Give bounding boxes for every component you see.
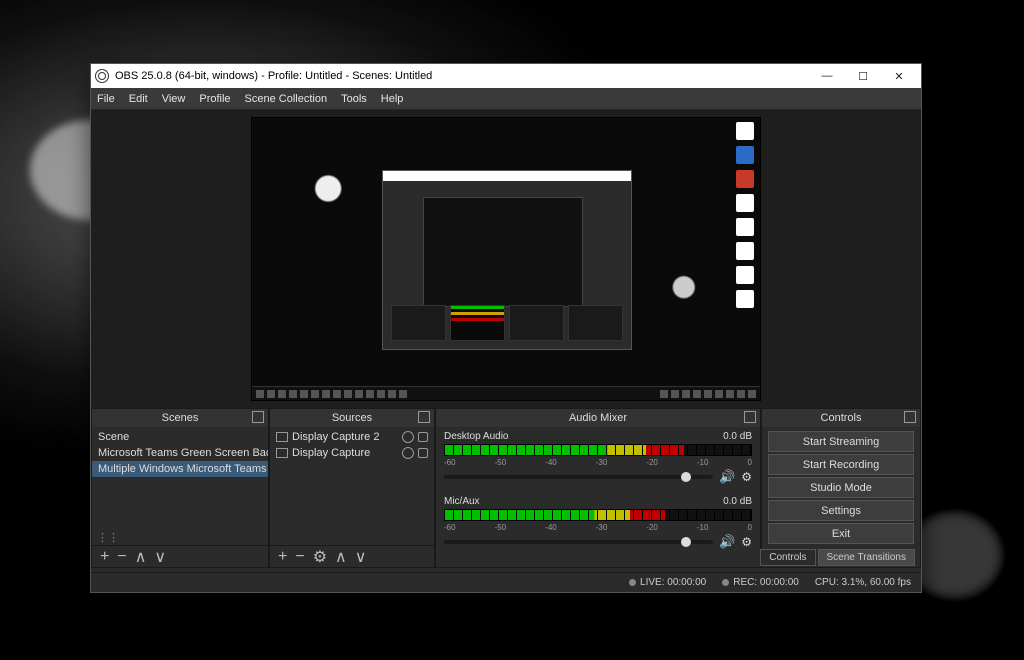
audio-mixer-panel: Audio Mixer Desktop Audio 0.0 dB -60-50-… <box>435 408 761 568</box>
undock-icon[interactable] <box>418 411 430 423</box>
mixer-track-mic-aux: Mic/Aux 0.0 dB -60-50-40-30-20-100 🔊 ⚙ <box>444 496 752 549</box>
display-capture-icon <box>276 432 288 442</box>
track-db: 0.0 dB <box>723 431 752 442</box>
track-name: Desktop Audio <box>444 431 509 442</box>
add-source-button[interactable]: + <box>278 548 287 566</box>
sources-title: Sources <box>332 412 372 424</box>
speaker-icon[interactable]: 🔊 <box>719 534 735 550</box>
menu-view[interactable]: View <box>162 93 186 105</box>
remove-scene-button[interactable]: − <box>117 548 126 566</box>
exit-button[interactable]: Exit <box>768 523 914 544</box>
menu-help[interactable]: Help <box>381 93 404 105</box>
undock-icon[interactable] <box>904 411 916 423</box>
move-source-down-button[interactable]: ∨ <box>355 547 367 567</box>
track-settings-icon[interactable]: ⚙ <box>741 535 752 549</box>
dock-panels: Scenes Scene Microsoft Teams Green Scree… <box>91 408 921 568</box>
start-recording-button[interactable]: Start Recording <box>768 454 914 475</box>
mixer-title: Audio Mixer <box>569 412 627 424</box>
obs-logo-icon <box>95 69 109 83</box>
speaker-icon[interactable]: 🔊 <box>719 469 735 485</box>
status-bar: LIVE: 00:00:00 REC: 00:00:00 CPU: 3.1%, … <box>91 572 921 592</box>
volume-slider[interactable] <box>444 475 713 479</box>
volume-slider[interactable] <box>444 540 713 544</box>
mixer-body: Desktop Audio 0.0 dB -60-50-40-30-20-100… <box>436 427 760 553</box>
sources-panel: Sources Display Capture 2 Display Captur… <box>269 408 435 568</box>
preview-desktop-icons <box>736 122 754 308</box>
menu-file[interactable]: File <box>97 93 115 105</box>
move-scene-up-button[interactable]: ∧ <box>135 547 147 567</box>
mixer-track-desktop-audio: Desktop Audio 0.0 dB -60-50-40-30-20-100… <box>444 431 752 484</box>
menu-tools[interactable]: Tools <box>341 93 367 105</box>
audio-meter <box>444 509 752 521</box>
add-scene-button[interactable]: + <box>100 548 109 566</box>
source-item[interactable]: Display Capture <box>270 445 434 461</box>
track-name: Mic/Aux <box>444 496 480 507</box>
live-indicator-icon <box>629 579 636 586</box>
undock-icon[interactable] <box>744 411 756 423</box>
status-rec: REC: 00:00:00 <box>722 577 799 588</box>
visibility-toggle-icon[interactable] <box>402 447 414 459</box>
source-item-label: Display Capture 2 <box>292 431 379 443</box>
window-title: OBS 25.0.8 (64-bit, windows) - Profile: … <box>115 70 809 82</box>
visibility-toggle-icon[interactable] <box>402 431 414 443</box>
tab-controls[interactable]: Controls <box>760 549 815 566</box>
controls-body: Start Streaming Start Recording Studio M… <box>762 427 920 567</box>
controls-title: Controls <box>821 412 862 424</box>
source-item[interactable]: Display Capture 2 <box>270 429 434 445</box>
menu-edit[interactable]: Edit <box>129 93 148 105</box>
menu-bar: File Edit View Profile Scene Collection … <box>91 88 921 110</box>
rec-indicator-icon <box>722 579 729 586</box>
studio-mode-button[interactable]: Studio Mode <box>768 477 914 498</box>
remove-source-button[interactable]: − <box>295 548 304 566</box>
track-db: 0.0 dB <box>723 496 752 507</box>
preview-taskbar <box>252 386 760 400</box>
move-scene-down-button[interactable]: ∨ <box>154 547 166 567</box>
scenes-header[interactable]: Scenes <box>92 409 268 427</box>
meter-scale: -60-50-40-30-20-100 <box>444 458 752 468</box>
move-source-up-button[interactable]: ∧ <box>335 547 347 567</box>
sources-toolbar: + − ⚙ ∧ ∨ <box>270 545 434 567</box>
menu-scene-collection[interactable]: Scene Collection <box>245 93 328 105</box>
preview-nested-window <box>382 170 632 350</box>
controls-panel: Controls Start Streaming Start Recording… <box>761 408 921 568</box>
menu-profile[interactable]: Profile <box>199 93 230 105</box>
scene-item-label: Scene <box>98 431 129 443</box>
audio-meter <box>444 444 752 456</box>
display-capture-icon <box>276 448 288 458</box>
scenes-list[interactable]: Scene Microsoft Teams Green Screen Backg… <box>92 427 268 545</box>
settings-button[interactable]: Settings <box>768 500 914 521</box>
preview-area[interactable] <box>91 110 921 408</box>
tab-scene-transitions[interactable]: Scene Transitions <box>818 549 916 566</box>
lock-toggle-icon[interactable] <box>418 448 428 458</box>
maximize-button[interactable]: ☐ <box>845 64 881 88</box>
track-settings-icon[interactable]: ⚙ <box>741 470 752 484</box>
scene-item[interactable]: Microsoft Teams Green Screen Backgrou <box>92 445 268 461</box>
lock-toggle-icon[interactable] <box>418 432 428 442</box>
drag-handle-icon[interactable]: ⋮⋮ <box>97 531 115 544</box>
scene-item[interactable]: Multiple Windows Microsoft Teams <box>92 461 268 477</box>
sources-list[interactable]: Display Capture 2 Display Capture <box>270 427 434 545</box>
obs-main-window: OBS 25.0.8 (64-bit, windows) - Profile: … <box>90 63 922 593</box>
scenes-title: Scenes <box>162 412 199 424</box>
controls-header[interactable]: Controls <box>762 409 920 427</box>
dock-tabs: Controls Scene Transitions <box>760 549 915 566</box>
status-cpu: CPU: 3.1%, 60.00 fps <box>815 577 911 588</box>
source-item-label: Display Capture <box>292 447 370 459</box>
minimize-button[interactable]: — <box>809 64 845 88</box>
meter-scale: -60-50-40-30-20-100 <box>444 523 752 533</box>
close-button[interactable]: ✕ <box>881 64 917 88</box>
window-titlebar[interactable]: OBS 25.0.8 (64-bit, windows) - Profile: … <box>91 64 921 88</box>
mixer-header[interactable]: Audio Mixer <box>436 409 760 427</box>
preview-canvas[interactable] <box>251 117 761 401</box>
scene-item[interactable]: Scene <box>92 429 268 445</box>
source-properties-button[interactable]: ⚙ <box>313 547 327 567</box>
status-live: LIVE: 00:00:00 <box>629 577 706 588</box>
undock-icon[interactable] <box>252 411 264 423</box>
start-streaming-button[interactable]: Start Streaming <box>768 431 914 452</box>
sources-header[interactable]: Sources <box>270 409 434 427</box>
scene-item-label: Multiple Windows Microsoft Teams <box>98 463 267 475</box>
scenes-panel: Scenes Scene Microsoft Teams Green Scree… <box>91 408 269 568</box>
scene-item-label: Microsoft Teams Green Screen Backgrou <box>98 447 268 459</box>
scenes-toolbar: + − ∧ ∨ <box>92 545 268 567</box>
